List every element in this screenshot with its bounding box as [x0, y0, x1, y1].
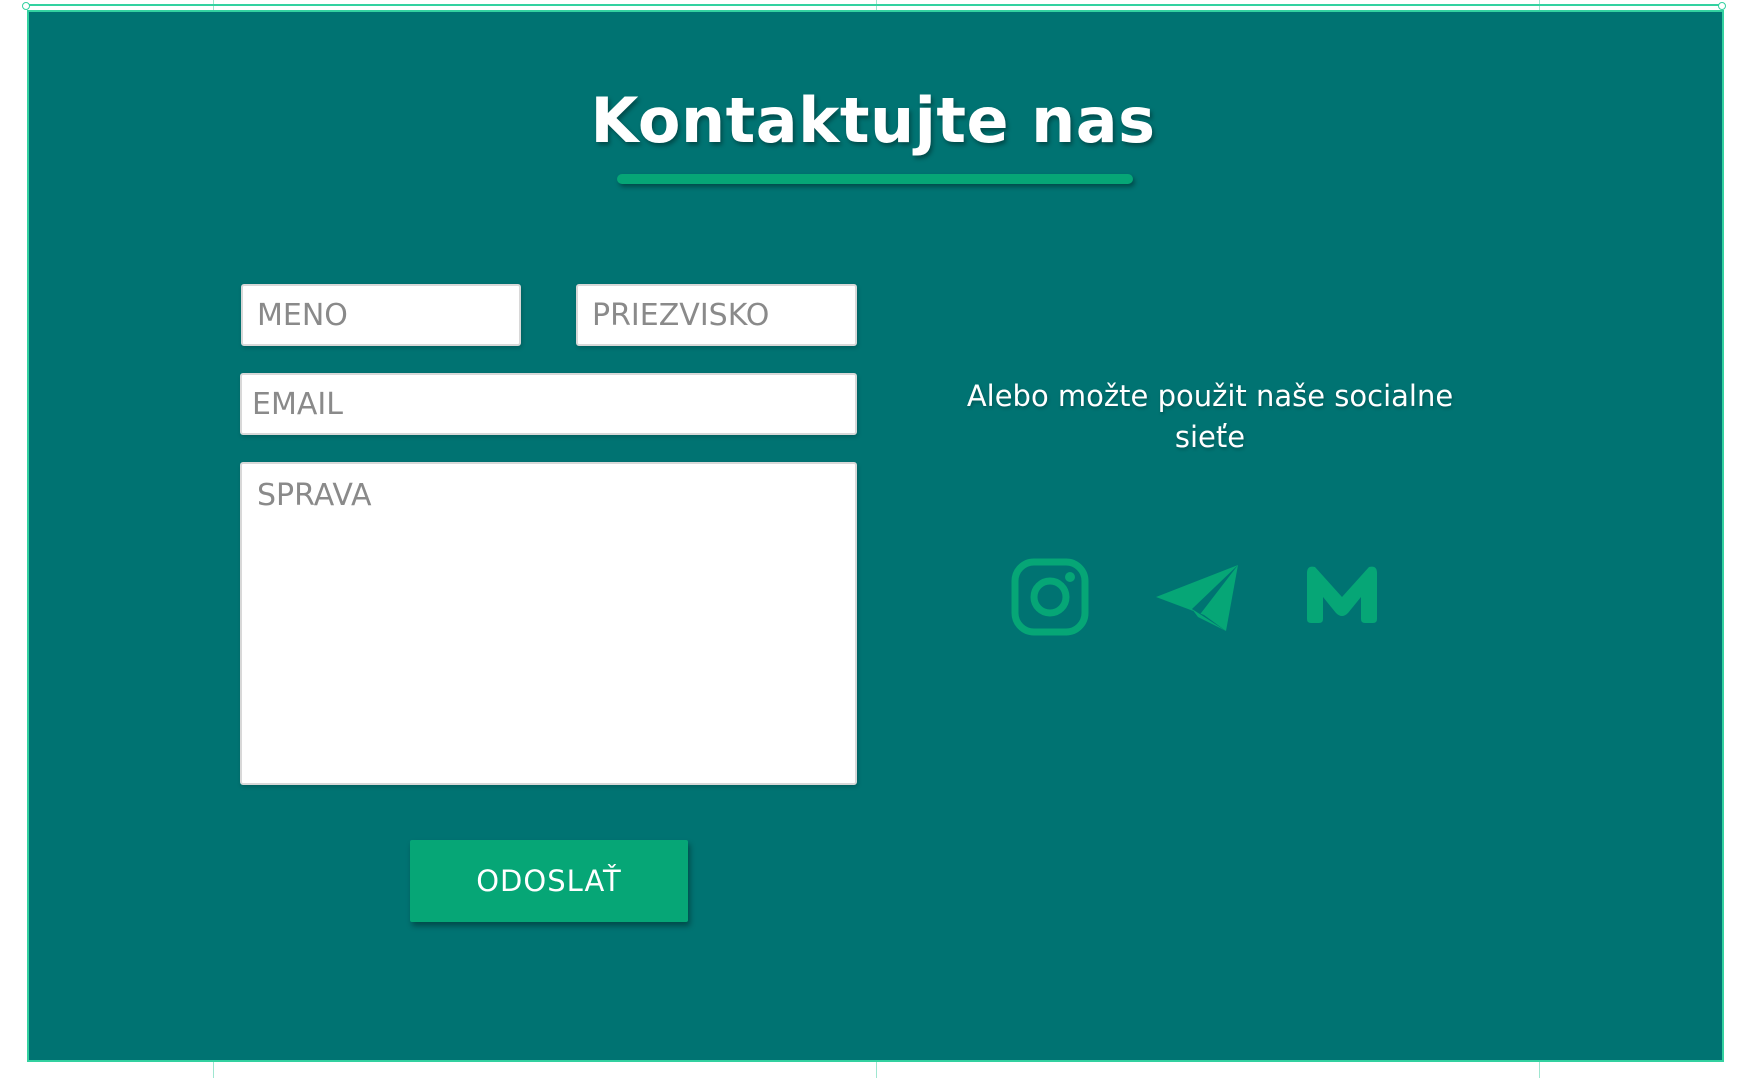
telegram-icon[interactable] [1154, 557, 1242, 637]
selection-border-top [25, 4, 1725, 6]
section-title: Kontaktujte nas [590, 84, 1156, 157]
title-underline [617, 174, 1133, 184]
medium-icon-graphic [1307, 566, 1377, 623]
instagram-icon[interactable] [1010, 557, 1090, 637]
medium-icon[interactable] [1304, 557, 1380, 637]
telegram-icon-graphic [1156, 565, 1238, 631]
instagram-icon-graphic [1011, 558, 1089, 636]
resize-handle[interactable] [22, 2, 30, 10]
message-textarea[interactable] [240, 462, 857, 785]
social-prompt-text: Alebo možte použit naše socialne sieťe [966, 379, 1454, 454]
email-input[interactable] [240, 373, 857, 435]
first-name-input[interactable] [241, 284, 521, 346]
last-name-input[interactable] [576, 284, 857, 346]
resize-handle[interactable] [1718, 2, 1726, 10]
submit-button[interactable]: ODOSLAŤ [410, 840, 688, 922]
